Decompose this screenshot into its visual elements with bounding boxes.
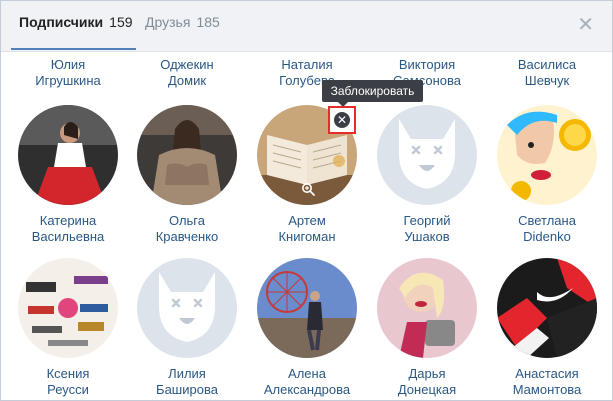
avatar-photo-woman-red-skirt[interactable]	[18, 105, 118, 205]
avatar-photo-nike-jacket[interactable]	[497, 258, 597, 358]
list-item[interactable]: Ксения Реусси	[8, 258, 128, 398]
zoom-icon[interactable]	[301, 182, 315, 196]
subscriber-name[interactable]: Дарья Донецкая	[367, 366, 487, 398]
subscriber-name[interactable]: Светлана Didenko	[487, 213, 607, 245]
tab-friends[interactable]: Друзья 185	[145, 14, 220, 30]
subscriber-name[interactable]: Ксения Реусси	[8, 366, 128, 398]
active-tab-underline	[11, 48, 136, 50]
subscriber-name[interactable]: Юлия Игрушкина	[8, 57, 128, 89]
list-item[interactable]: Лилия Баширова	[127, 258, 247, 398]
tab-friends-count: 185	[196, 14, 220, 30]
list-item[interactable]: Анастасия Мамонтова	[487, 258, 607, 398]
subscriber-name[interactable]: Георгий Ушаков	[367, 213, 487, 245]
close-icon[interactable]: ✕	[577, 15, 594, 35]
tab-subscribers-count: 159	[109, 14, 133, 30]
list-item[interactable]: Оджекин Домик	[127, 57, 247, 89]
tabs-header: Подписчики 159 Друзья 185 ✕	[1, 1, 612, 52]
list-item[interactable]: Алена Александрова	[247, 258, 367, 398]
avatar-default-dog[interactable]	[377, 105, 477, 205]
avatar-default-dog[interactable]	[137, 258, 237, 358]
close-icon: ✕	[334, 112, 350, 128]
avatar-photo-brand-logos[interactable]	[18, 258, 118, 358]
subscriber-name[interactable]: Артем Книгоман	[247, 213, 367, 245]
block-tooltip: Заблокировать	[322, 80, 423, 107]
list-item[interactable]: Катерина Васильевна	[8, 105, 128, 245]
list-item[interactable]: Георгий Ушаков	[367, 105, 487, 245]
list-item[interactable]: Юлия Игрушкина	[8, 57, 128, 89]
list-item[interactable]: Дарья Донецкая	[367, 258, 487, 398]
tab-friends-label: Друзья	[145, 14, 191, 30]
subscriber-name[interactable]: Оджекин Домик	[127, 57, 247, 89]
subscribers-grid: Юлия Игрушкина Оджекин Домик Наталия Голубе…	[1, 51, 612, 400]
list-item[interactable]: Ольга Кравченко	[127, 105, 247, 245]
avatar-photo-woman-lemon[interactable]	[497, 105, 597, 205]
avatar-photo-woman-pink[interactable]	[377, 258, 477, 358]
avatar-photo-woman-fur[interactable]	[137, 105, 237, 205]
subscriber-name[interactable]: Ольга Кравченко	[127, 213, 247, 245]
tab-subscribers[interactable]: Подписчики 159	[19, 14, 133, 30]
subscriber-name[interactable]: Алена Александрова	[247, 366, 367, 398]
block-button[interactable]: ✕	[328, 106, 356, 134]
avatar-photo-woman-ferris-wheel[interactable]	[257, 258, 357, 358]
list-item[interactable]: Светлана Didenko	[487, 105, 607, 245]
list-item[interactable]: Василиса Шевчук	[487, 57, 607, 89]
subscribers-window: Подписчики 159 Друзья 185 ✕ Юлия Игрушкина …	[0, 0, 613, 401]
subscriber-name[interactable]: Василиса Шевчук	[487, 57, 607, 89]
subscriber-name[interactable]: Анастасия Мамонтова	[487, 366, 607, 398]
subscriber-name[interactable]: Лилия Баширова	[127, 366, 247, 398]
tab-subscribers-label: Подписчики	[19, 14, 104, 30]
subscriber-name[interactable]: Катерина Васильевна	[8, 213, 128, 245]
